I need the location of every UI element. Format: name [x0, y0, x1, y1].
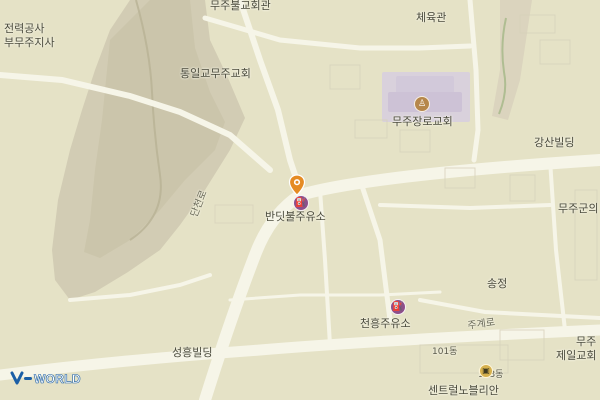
label-songjeong[interactable]: 송정: [487, 278, 507, 289]
label-central-noblian[interactable]: 센트럴노블리안: [428, 385, 499, 396]
road-center-grid-v1: [357, 177, 393, 323]
church-icon[interactable]: ♙: [414, 96, 430, 112]
road-right-vertical: [467, 0, 481, 163]
gas-station-icon[interactable]: ⛽: [390, 299, 406, 315]
label-branch-office[interactable]: 부무주지사: [4, 37, 55, 48]
label-seongheung-building[interactable]: 성흥빌딩: [172, 347, 212, 358]
label-cheonheung-station[interactable]: 천흥주유소: [360, 318, 411, 329]
right-park-strip: [492, 0, 532, 120]
map-view[interactable]: 전력공사 부무주지사 무주불교회관 체육관 통일교무주교회 무주장로교회 강산빌…: [0, 0, 600, 400]
label-muju-presbyterian-church[interactable]: 무주장로교회: [392, 116, 453, 127]
label-sports-hall[interactable]: 체육관: [416, 12, 446, 23]
label-building-101: 101동: [432, 347, 458, 357]
label-muju-county[interactable]: 무주군의: [558, 203, 598, 214]
label-bandeutbul-station[interactable]: 반딧불주유소: [265, 211, 326, 222]
label-unification-church[interactable]: 통일교무주교회: [180, 68, 251, 79]
label-jeil-church[interactable]: 제일교회: [556, 350, 596, 361]
map-watermark: WORLD: [10, 368, 106, 388]
location-pin-icon[interactable]: [288, 174, 306, 196]
label-muju-buddhist-hall[interactable]: 무주불교회관: [210, 0, 271, 11]
label-power-company[interactable]: 전력공사: [4, 23, 44, 34]
road-central-ne: [199, 154, 600, 400]
svg-text:WORLD: WORLD: [34, 372, 81, 386]
road-lower-right: [418, 298, 600, 320]
label-muju-bottom[interactable]: 무주: [576, 336, 596, 347]
road-lower-center: [228, 290, 442, 302]
label-gangsan-building[interactable]: 강산빌딩: [534, 137, 574, 148]
gas-station-icon[interactable]: ⛽: [293, 195, 309, 211]
apartment-icon: ▣: [479, 364, 493, 378]
road-right-grid-v: [548, 158, 567, 332]
road-right-grid-h: [378, 203, 552, 211]
